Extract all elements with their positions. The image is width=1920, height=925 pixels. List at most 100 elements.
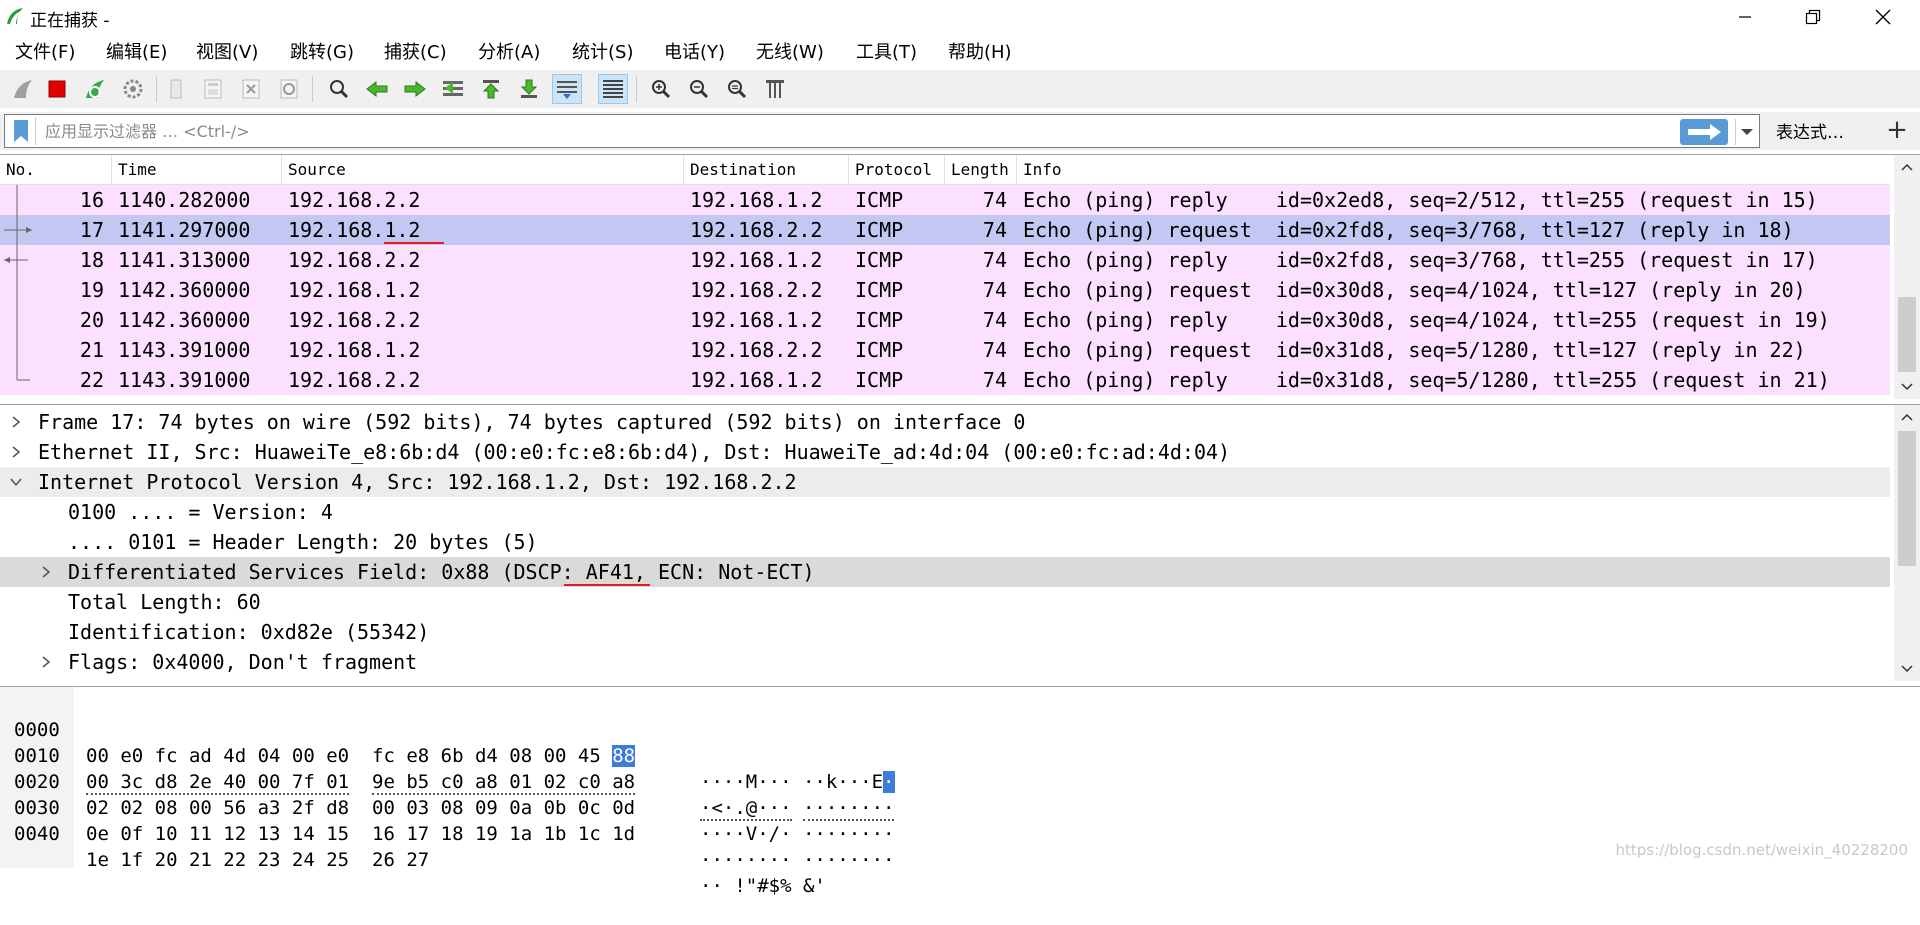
tree-item-dsfield[interactable]: Differentiated Services Field: 0x88 (DSC… [0,557,1890,587]
save-file-icon [204,79,222,99]
bytes-row[interactable]: 0030 0e 0f 10 11 12 13 14 15 16 17 18 19… [0,769,1920,871]
chevron-right-icon[interactable] [41,565,51,579]
tree-item-total-length[interactable]: Total Length: 60 [0,587,1890,617]
scroll-up-button[interactable] [1894,155,1920,179]
restore-button[interactable] [1778,0,1848,33]
apply-filter-button[interactable] [1680,119,1728,145]
chevron-right-icon[interactable] [11,415,21,429]
bytes-row[interactable]: 0000 00 e0 fc ad 4d 04 00 e0 fc e8 6b d4… [0,691,1920,793]
bytes-offset: 0040 [14,823,60,845]
menu-view[interactable]: 视图(V) [196,38,258,64]
cell-no: 22 [79,368,104,392]
column-header-destination[interactable]: Destination [684,155,849,185]
bytes-ascii-part: ········ [700,849,792,871]
scroll-up-button[interactable] [1894,405,1920,429]
column-header-source[interactable]: Source [282,155,684,185]
column-header-length[interactable]: Length [945,155,1017,185]
title-bar: 正在捕获 - [0,0,1920,33]
menu-edit[interactable]: 编辑(E) [106,38,167,64]
bytes-row[interactable]: 0010 00 3c d8 2e 40 00 7f 01 9e b5 c0 a8… [0,717,1920,821]
save-file-button[interactable] [198,74,228,104]
bytes-row[interactable]: 0040 1e 1f 20 21 22 23 24 25 26 27 ·· !"… [0,795,1920,897]
zoom-in-button[interactable] [646,74,676,104]
packet-row[interactable]: 16 1140.282000 192.168.2.2 192.168.1.2 I… [0,185,1890,215]
start-capture-button[interactable] [8,74,38,104]
colorize-button[interactable] [598,74,628,104]
add-filter-button[interactable]: + [1880,114,1914,146]
column-header-time[interactable]: Time [112,155,282,185]
scrollbar-thumb[interactable] [1898,297,1916,372]
cell-protocol: ICMP [855,338,904,362]
tree-item-flags[interactable]: Flags: 0x4000, Don't fragment [0,647,1890,677]
tree-item-version[interactable]: 0100 .... = Version: 4 [0,497,1890,527]
normal-size-button[interactable] [722,74,752,104]
menu-wireless[interactable]: 无线(W) [756,38,824,64]
tree-item-ipv4[interactable]: Internet Protocol Version 4, Src: 192.16… [0,467,1890,497]
menu-analyze[interactable]: 分析(A) [478,38,540,64]
menu-help[interactable]: 帮助(H) [948,38,1012,64]
bytes-ascii: ·· !"#$% &' [700,873,826,899]
menu-statistics[interactable]: 统计(S) [572,38,633,64]
stop-capture-button[interactable] [42,74,72,104]
cell-no: 21 [79,338,104,362]
packet-row[interactable]: 20 1142.360000 192.168.2.2 192.168.1.2 I… [0,305,1890,335]
bytes-ascii-part: ····V·/· [700,823,792,845]
bookmark-icon[interactable] [11,119,31,143]
last-packet-button[interactable] [514,74,544,104]
colorize-list-icon [603,80,623,98]
open-file-button[interactable] [162,74,192,104]
cell-length: 74 [982,248,1007,272]
scroll-down-button[interactable] [1894,375,1920,399]
tree-item-label: Total Length: 60 [68,590,261,614]
packet-row-selected[interactable]: 17 1141.297000 192.168.1.2 192.168.2.2 I… [0,215,1890,245]
tree-item-identification[interactable]: Identification: 0xd82e (55342) [0,617,1890,647]
menu-tools[interactable]: 工具(T) [856,38,917,64]
column-header-no[interactable]: No. [0,155,112,185]
restore-icon [1805,9,1821,24]
capture-options-button[interactable] [118,74,148,104]
display-filter-input[interactable] [43,119,1343,143]
close-file-button[interactable] [236,74,266,104]
menu-file[interactable]: 文件(F) [15,38,75,64]
menu-go[interactable]: 跳转(G) [290,38,354,64]
cell-info: Echo (ping) request id=0x2fd8, seq=3/768… [1023,218,1794,242]
scrollbar-thumb[interactable] [1898,431,1916,566]
cell-source: 192.168.2.2 [288,368,421,392]
zoom-in-icon [652,80,671,99]
column-header-protocol[interactable]: Protocol [849,155,945,185]
cell-destination: 192.168.1.2 [690,248,823,272]
close-window-button[interactable] [1848,0,1918,33]
menu-capture[interactable]: 捕获(C) [384,38,447,64]
expression-button[interactable]: 表达式… [1776,118,1844,143]
packet-list-scrollbar[interactable] [1894,155,1920,399]
minimize-button[interactable] [1710,0,1780,33]
auto-scroll-button[interactable] [552,74,582,104]
chevron-down-icon[interactable] [9,477,23,487]
packet-row[interactable]: 22 1143.391000 192.168.2.2 192.168.1.2 I… [0,365,1890,395]
packet-row[interactable]: 18 1141.313000 192.168.2.2 192.168.1.2 I… [0,245,1890,275]
tree-item-ethernet[interactable]: Ethernet II, Src: HuaweiTe_e8:6b:d4 (00:… [0,437,1890,467]
first-packet-button[interactable] [476,74,506,104]
packet-row[interactable]: 19 1142.360000 192.168.1.2 192.168.2.2 I… [0,275,1890,305]
chevron-down-icon [1901,665,1913,673]
annotation-underline-dscp [564,584,650,586]
resize-columns-button[interactable] [760,74,790,104]
zoom-out-button[interactable] [684,74,714,104]
chevron-right-icon[interactable] [11,445,21,459]
find-packet-button[interactable] [324,74,354,104]
packet-details-scrollbar[interactable] [1894,405,1920,681]
scroll-down-button[interactable] [1894,657,1920,681]
tree-item-frame[interactable]: Frame 17: 74 bytes on wire (592 bits), 7… [0,407,1890,437]
chevron-right-icon[interactable] [41,655,51,669]
filter-history-dropdown[interactable] [1735,119,1757,145]
go-to-packet-button[interactable] [438,74,468,104]
menu-telephony[interactable]: 电话(Y) [664,38,725,64]
go-back-button[interactable] [362,74,392,104]
packet-row[interactable]: 21 1143.391000 192.168.1.2 192.168.2.2 I… [0,335,1890,365]
go-forward-button[interactable] [400,74,430,104]
bytes-row[interactable]: 0020 02 02 08 00 56 a3 2f d8 00 03 08 09… [0,743,1920,845]
tree-item-header-length[interactable]: .... 0101 = Header Length: 20 bytes (5) [0,527,1890,557]
reload-file-button[interactable] [274,74,304,104]
column-header-info[interactable]: Info [1017,155,1890,185]
restart-capture-button[interactable] [80,74,110,104]
